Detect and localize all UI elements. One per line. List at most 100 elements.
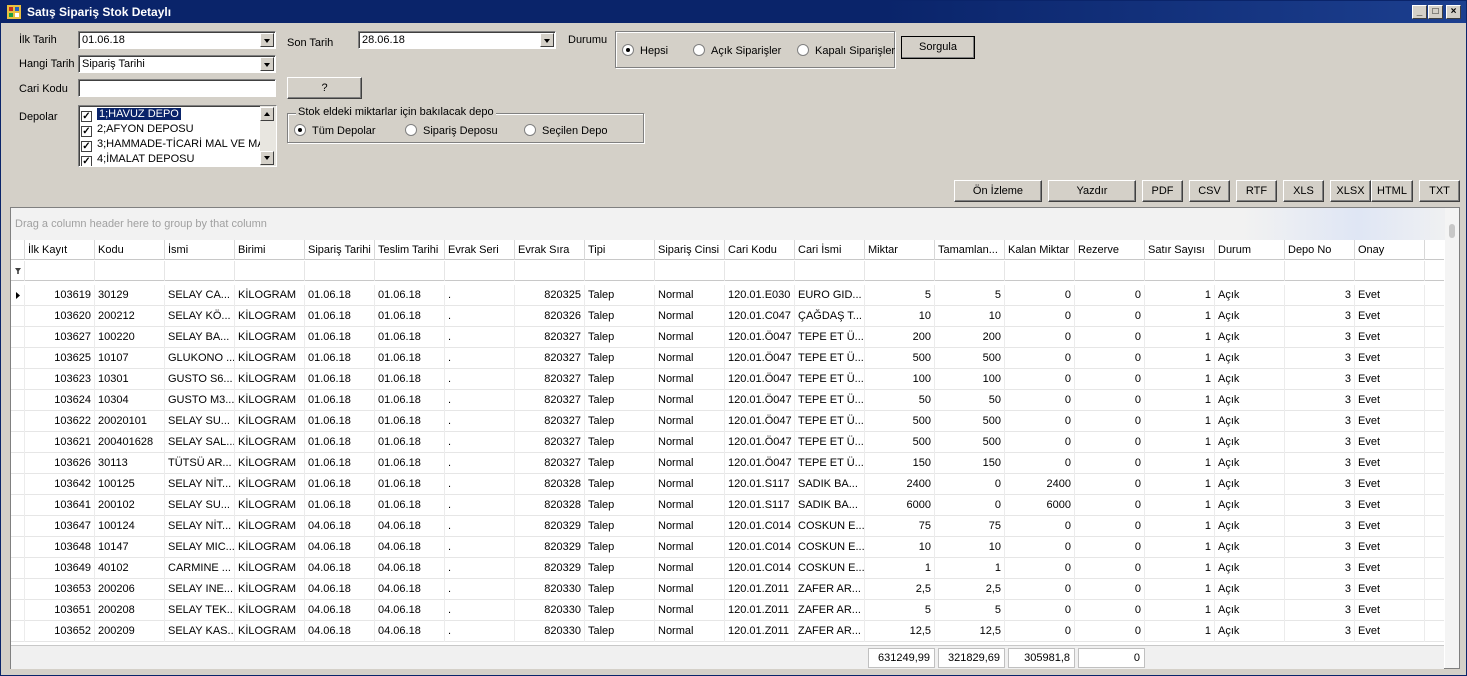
filter-cell[interactable] <box>865 261 935 281</box>
row-indicator[interactable] <box>11 600 25 621</box>
table-row[interactable]: 103641 200102 SELAY SU... KİLOGRAM 01.06.18 0… <box>11 495 1444 516</box>
radio-secilen-depo[interactable]: Seçilen Depo <box>524 124 607 138</box>
ilk-tarih-input[interactable]: 01.06.18 <box>78 31 276 49</box>
filter-cell[interactable] <box>935 261 1005 281</box>
row-indicator[interactable] <box>11 411 25 432</box>
cari-lookup-button[interactable]: ? <box>287 77 362 99</box>
column-header[interactable]: Evrak Sıra <box>515 240 585 260</box>
txt-button[interactable]: TXT <box>1419 180 1460 202</box>
table-row[interactable]: 103642 100125 SELAY NİT... KİLOGRAM 01.06.18… <box>11 474 1444 495</box>
column-header[interactable]: Durum <box>1215 240 1285 260</box>
row-indicator[interactable] <box>11 516 25 537</box>
table-row[interactable]: 103622 20020101 SELAY SU... KİLOGRAM 01.06.1… <box>11 411 1444 432</box>
filter-cell[interactable] <box>95 261 165 281</box>
table-row[interactable]: 103626 30113 TÜTSÜ AR... KİLOGRAM 01.06.18 01… <box>11 453 1444 474</box>
table-row[interactable]: 103620 200212 SELAY KÖ... KİLOGRAM 01.06.18 0… <box>11 306 1444 327</box>
row-indicator[interactable] <box>11 495 25 516</box>
filter-cell[interactable] <box>305 261 375 281</box>
row-indicator[interactable] <box>11 453 25 474</box>
column-header[interactable]: Tamamlan... <box>935 240 1005 260</box>
column-header[interactable]: Birimi <box>235 240 305 260</box>
filter-cell[interactable] <box>795 261 865 281</box>
row-indicator[interactable] <box>11 390 25 411</box>
column-header[interactable]: Rezerve <box>1075 240 1145 260</box>
depo-item[interactable]: ✓ 3;HAMMADE-TİCARİ MAL VE MA <box>81 137 265 152</box>
depolar-listbox[interactable]: ✓ 1;HAVUZ DEPO ✓ 2;AFYON DEPOSU ✓ 3;HAMMADE… <box>78 105 277 167</box>
filter-cell[interactable] <box>235 261 305 281</box>
filter-cell[interactable] <box>375 261 445 281</box>
column-header[interactable]: İsmi <box>165 240 235 260</box>
table-row[interactable]: 103651 200208 SELAY TEK... KİLOGRAM 04.06.18… <box>11 600 1444 621</box>
table-row[interactable]: 103619 30129 SELAY CA... KİLOGRAM 01.06.18 01… <box>11 285 1444 306</box>
column-header[interactable]: Teslim Tarihi <box>375 240 445 260</box>
filter-cell[interactable] <box>1285 261 1355 281</box>
cari-kodu-input[interactable] <box>78 79 276 97</box>
depolar-scrollbar[interactable] <box>260 106 276 166</box>
filter-cell[interactable] <box>1355 261 1425 281</box>
table-row[interactable]: 103624 10304 GUSTO M3... KİLOGRAM 01.06.18 01… <box>11 390 1444 411</box>
csv-button[interactable]: CSV <box>1189 180 1230 202</box>
table-row[interactable]: 103653 200206 SELAY INE... KİLOGRAM 04.06.18… <box>11 579 1444 600</box>
column-header[interactable]: Onay <box>1355 240 1425 260</box>
column-header[interactable]: Kodu <box>95 240 165 260</box>
scroll-thumb[interactable] <box>1449 224 1455 238</box>
column-header[interactable]: Kalan Miktar <box>1005 240 1075 260</box>
checkbox-icon[interactable]: ✓ <box>81 156 92 166</box>
radio-hepsi[interactable]: Hepsi <box>622 44 668 58</box>
table-row[interactable]: 103621 200401628 SELAY SAL... KİLOGRAM 01.06… <box>11 432 1444 453</box>
filter-cell[interactable] <box>445 261 515 281</box>
filter-cell[interactable] <box>1145 261 1215 281</box>
column-header[interactable]: Cari İsmi <box>795 240 865 260</box>
filter-cell[interactable] <box>1215 261 1285 281</box>
filter-cell[interactable] <box>1005 261 1075 281</box>
sorgula-button[interactable]: Sorgula <box>901 36 975 59</box>
chevron-down-icon[interactable] <box>540 33 554 47</box>
radio-acik[interactable]: Açık Siparişler <box>693 44 781 58</box>
xlsx-button[interactable]: XLSX <box>1330 180 1371 202</box>
rtf-button[interactable]: RTF <box>1236 180 1277 202</box>
row-indicator[interactable] <box>11 327 25 348</box>
radio-kapali[interactable]: Kapalı Siparişler <box>797 44 895 58</box>
column-header[interactable]: Sipariş Tarihi <box>305 240 375 260</box>
chevron-down-icon[interactable] <box>260 57 274 71</box>
checkbox-icon[interactable]: ✓ <box>81 111 92 122</box>
on-izleme-button[interactable]: Ön İzleme <box>954 180 1042 202</box>
table-row[interactable]: 103623 10301 GUSTO S6... KİLOGRAM 01.06.18 01… <box>11 369 1444 390</box>
table-row[interactable]: 103652 200209 SELAY KAS... KİLOGRAM 04.06.18… <box>11 621 1444 642</box>
row-indicator[interactable] <box>11 369 25 390</box>
filter-cell[interactable] <box>165 261 235 281</box>
close-icon[interactable]: × <box>1446 5 1461 19</box>
row-indicator[interactable] <box>11 621 25 642</box>
chevron-down-icon[interactable] <box>260 33 274 47</box>
row-indicator[interactable] <box>11 579 25 600</box>
row-indicator[interactable] <box>11 558 25 579</box>
checkbox-icon[interactable]: ✓ <box>81 126 92 137</box>
column-header[interactable]: Evrak Seri <box>445 240 515 260</box>
depo-item[interactable]: ✓ 4;İMALAT DEPOSU <box>81 152 194 166</box>
row-indicator[interactable] <box>11 432 25 453</box>
hangi-tarih-select[interactable]: Sipariş Tarihi <box>78 55 276 73</box>
column-header[interactable]: Miktar <box>865 240 935 260</box>
pdf-button[interactable]: PDF <box>1142 180 1183 202</box>
grid-scrollbar[interactable] <box>1445 208 1459 668</box>
html-button[interactable]: HTML <box>1371 180 1413 202</box>
column-header[interactable]: Satır Sayısı <box>1145 240 1215 260</box>
column-header[interactable]: Sipariş Cinsi <box>655 240 725 260</box>
table-row[interactable]: 103647 100124 SELAY NİT... KİLOGRAM 04.06.18… <box>11 516 1444 537</box>
filter-cell[interactable] <box>655 261 725 281</box>
filter-cell[interactable] <box>1075 261 1145 281</box>
yazdir-button[interactable]: Yazdır <box>1048 180 1136 202</box>
table-row[interactable]: 103648 10147 SELAY MIC... KİLOGRAM 04.06.18 0… <box>11 537 1444 558</box>
minimize-icon[interactable]: _ <box>1412 5 1427 19</box>
radio-siparis-deposu[interactable]: Sipariş Deposu <box>405 124 498 138</box>
xls-button[interactable]: XLS <box>1283 180 1324 202</box>
radio-tum-depolar[interactable]: Tüm Depolar <box>294 124 376 138</box>
row-indicator[interactable] <box>11 348 25 369</box>
row-indicator[interactable] <box>11 306 25 327</box>
column-header[interactable]: Cari Kodu <box>725 240 795 260</box>
scroll-up-icon[interactable] <box>260 107 274 121</box>
table-row[interactable]: 103649 40102 CARMINE ... KİLOGRAM 04.06.18 04… <box>11 558 1444 579</box>
maximize-icon[interactable]: □ <box>1428 5 1443 19</box>
column-header[interactable]: İlk Kayıt <box>25 240 95 260</box>
row-indicator[interactable] <box>11 537 25 558</box>
